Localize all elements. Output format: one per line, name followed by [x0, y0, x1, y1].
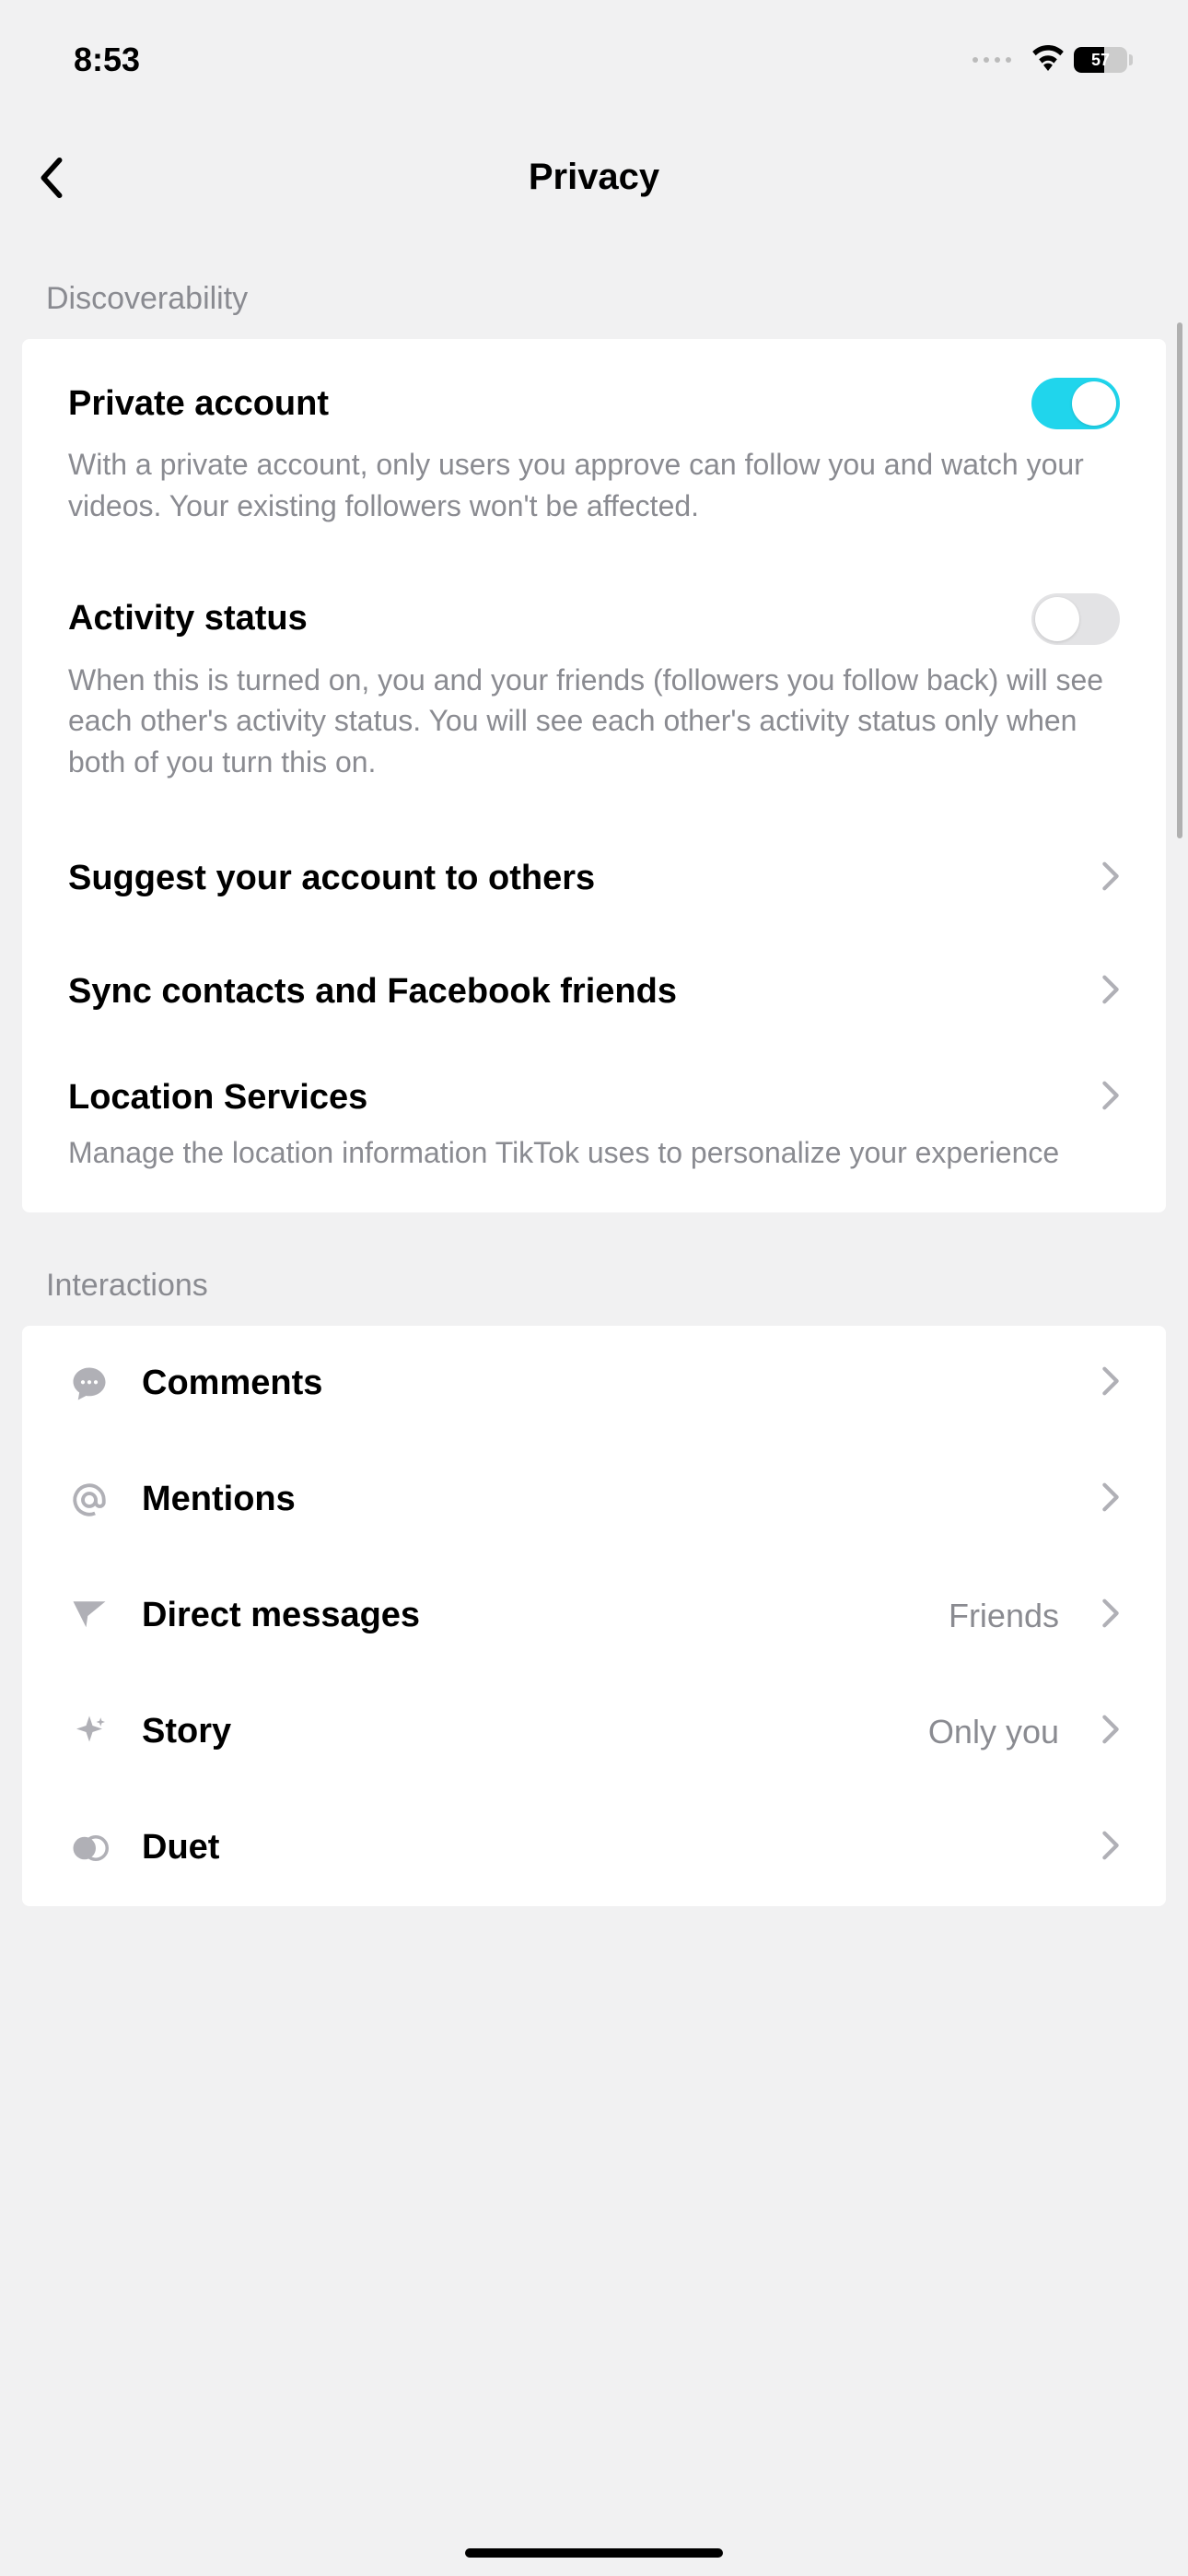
status-indicators: 57 [973, 45, 1133, 76]
location-services-desc: Manage the location information TikTok u… [68, 1118, 1120, 1198]
chevron-right-icon [1101, 861, 1120, 896]
private-account-row: Private account With a private account, … [22, 339, 1166, 566]
chevron-right-icon [1101, 1714, 1120, 1750]
activity-status-row: Activity status When this is turned on, … [22, 566, 1166, 822]
interactions-card: Comments Mentions Direct messages Friend… [22, 1326, 1166, 1906]
suggest-account-row[interactable]: Suggest your account to others [22, 822, 1166, 935]
activity-status-desc: When this is turned on, you and your fri… [68, 645, 1120, 807]
private-account-desc: With a private account, only users you a… [68, 429, 1120, 551]
discoverability-card: Private account With a private account, … [22, 339, 1166, 1212]
comments-row[interactable]: Comments [22, 1326, 1166, 1442]
direct-messages-value: Friends [949, 1597, 1059, 1635]
private-account-toggle[interactable] [1031, 378, 1120, 429]
comment-icon [68, 1363, 111, 1405]
section-header-interactions: Interactions [0, 1212, 1188, 1326]
story-row[interactable]: Story Only you [22, 1674, 1166, 1790]
sync-contacts-row[interactable]: Sync contacts and Facebook friends [22, 935, 1166, 1048]
direct-messages-row[interactable]: Direct messages Friends [22, 1558, 1166, 1674]
send-icon [68, 1595, 111, 1637]
story-value: Only you [928, 1713, 1059, 1751]
activity-status-toggle[interactable] [1031, 593, 1120, 645]
back-button[interactable] [37, 157, 64, 199]
wifi-icon [1031, 45, 1065, 76]
mention-icon [68, 1479, 111, 1521]
direct-messages-label: Direct messages [142, 1596, 917, 1635]
chevron-right-icon [1101, 1481, 1120, 1517]
sync-contacts-title: Sync contacts and Facebook friends [68, 972, 677, 1012]
home-indicator[interactable] [465, 2548, 723, 2558]
chevron-right-icon [1101, 974, 1120, 1010]
scroll-indicator[interactable] [1177, 322, 1182, 838]
status-bar: 8:53 57 [0, 0, 1188, 111]
chevron-right-icon [1101, 1598, 1120, 1633]
nav-header: Privacy [0, 111, 1188, 253]
suggest-account-title: Suggest your account to others [68, 859, 595, 898]
duet-label: Duet [142, 1828, 1070, 1868]
chevron-right-icon [1101, 1365, 1120, 1401]
chevron-right-icon [1101, 1080, 1120, 1116]
section-header-discoverability: Discoverability [0, 253, 1188, 339]
chevron-right-icon [1101, 1830, 1120, 1866]
page-title: Privacy [529, 157, 659, 198]
activity-status-title: Activity status [68, 599, 308, 638]
status-time: 8:53 [74, 41, 140, 79]
private-account-title: Private account [68, 384, 329, 424]
cellular-dots [973, 57, 1011, 63]
location-services-row[interactable]: Location Services Manage the location in… [22, 1048, 1166, 1212]
mentions-label: Mentions [142, 1480, 1070, 1519]
mentions-row[interactable]: Mentions [22, 1442, 1166, 1558]
duet-row[interactable]: Duet [22, 1790, 1166, 1906]
location-services-title: Location Services [68, 1078, 367, 1118]
story-label: Story [142, 1712, 897, 1751]
comments-label: Comments [142, 1364, 1070, 1403]
battery-icon: 57 [1074, 47, 1133, 73]
sparkle-icon [68, 1711, 111, 1753]
duet-icon [68, 1827, 111, 1869]
